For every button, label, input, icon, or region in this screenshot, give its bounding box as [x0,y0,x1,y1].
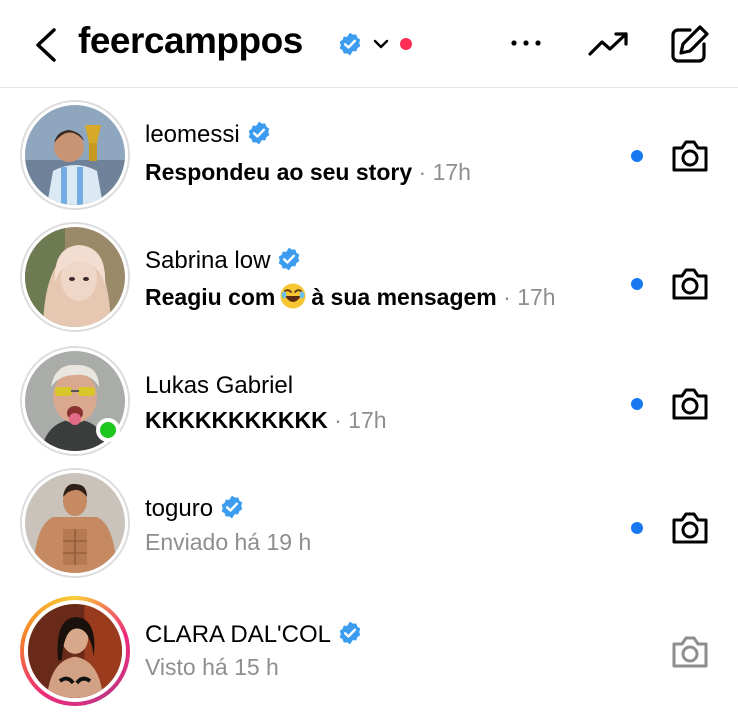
conversation-row[interactable]: toguro Enviado há 19 h [0,464,738,588]
avatar[interactable] [20,468,130,578]
message-time: · 17h [418,159,471,185]
message-preview: KKKKKKKKKKK · 17h [145,407,387,434]
camera-icon[interactable] [668,632,712,672]
avatar-story-ring[interactable] [20,596,130,706]
laughing-emoji-icon [280,283,306,309]
chevron-left-icon[interactable] [28,24,68,66]
message-preview: Reagiu com à sua mensagem · 17h [145,282,556,311]
conversation-row[interactable]: leomessi Respondeu ao seu story · 17h [0,96,738,220]
unread-dot [631,150,643,162]
message-time: · 17h [334,407,387,433]
conversation-row[interactable]: Lukas Gabriel KKKKKKKKKKK · 17h [0,342,738,466]
message-text: Respondeu ao seu story [145,159,413,185]
sender-name: CLARA DAL'COL [145,621,331,648]
more-horizontal-icon[interactable] [506,28,546,58]
notification-dot [400,38,412,50]
avatar[interactable] [20,222,130,332]
conversation-row[interactable]: CLARA DAL'COL Visto há 15 h [0,590,738,714]
conversation-row[interactable]: Sabrina low Reagiu com à sua mensagem · … [0,218,738,342]
conversation-name: leomessi [145,120,272,149]
compose-icon[interactable] [666,22,712,68]
verified-badge-icon [279,247,300,271]
camera-icon[interactable] [668,264,712,304]
sender-name: Sabrina low [145,247,271,274]
message-preview: Visto há 15 h [145,654,279,680]
online-status-indicator [96,418,120,442]
sender-name: Lukas Gabriel [145,372,294,399]
account-username[interactable]: feercamppos [78,20,303,62]
sender-name: toguro [145,495,214,522]
chevron-down-icon[interactable] [372,37,390,51]
avatar[interactable] [20,100,130,210]
message-text: Reagiu com [145,284,276,310]
camera-icon[interactable] [668,136,712,176]
message-preview: Respondeu ao seu story · 17h [145,159,471,186]
verified-badge-icon [248,121,269,145]
message-text: KKKKKKKKKKK [145,407,328,433]
conversation-name: Lukas Gabriel [145,372,293,400]
conversation-name: CLARA DAL'COL [145,620,363,649]
top-bar: feercamppos [0,0,738,88]
message-time: · 17h [503,284,556,310]
conversation-name: toguro [145,494,245,523]
message-preview: Enviado há 19 h [145,529,312,555]
trending-up-icon[interactable] [586,26,632,62]
camera-icon[interactable] [668,384,712,424]
verified-badge-icon [339,32,361,56]
sender-name: leomessi [145,121,240,148]
unread-dot [631,278,643,290]
verified-badge-icon [221,495,243,519]
unread-dot [631,522,643,534]
conversation-name: Sabrina low [145,246,302,275]
verified-badge-icon [339,621,361,645]
camera-icon[interactable] [668,508,712,548]
unread-dot [631,398,643,410]
message-text-continued: à sua mensagem [311,284,497,310]
